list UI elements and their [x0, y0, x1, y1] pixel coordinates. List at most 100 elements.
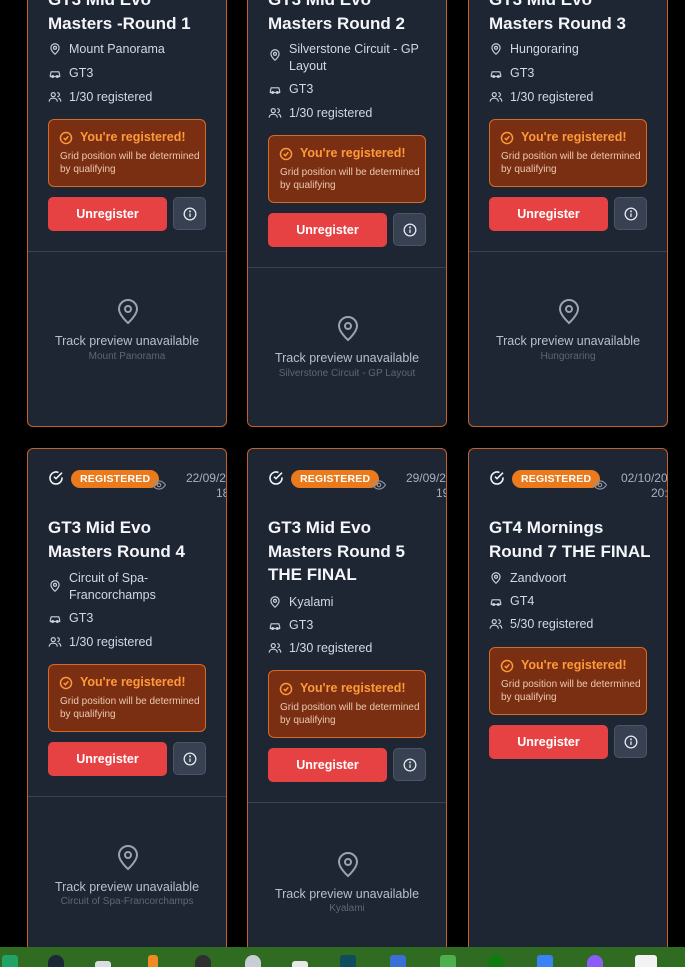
map-pin-icon [270, 49, 280, 62]
car-icon [49, 71, 61, 78]
event-class: GT3 [69, 66, 94, 80]
graduation-cap-icon[interactable] [292, 961, 308, 967]
event-title: GT3 Mid Evo Masters Round 5 THE FINAL [268, 518, 405, 584]
event-card: REGISTERED 29/09/202519:45 GT3 Mid Evo M… [247, 448, 447, 967]
preview-unavailable-text: Track preview unavailable [54, 334, 200, 348]
preview-location: Mount Panorama [88, 351, 166, 362]
event-track: Silverstone Circuit - GP Layout [289, 42, 419, 73]
sky-icon[interactable] [635, 955, 657, 967]
event-registered-count: 5/30 registered [510, 617, 594, 631]
sheets-icon[interactable] [2, 955, 18, 967]
unregister-button[interactable]: Unregister [268, 748, 387, 782]
info-button[interactable] [614, 197, 647, 230]
registered-notice-subtitle: Grid position will be determined by qual… [280, 167, 420, 191]
event-registered-count: 1/30 registered [510, 90, 594, 104]
event-time: 19:45 [435, 486, 446, 500]
preview-unavailable-text: Track preview unavailable [274, 351, 420, 365]
preview-location: Circuit of Spa-Francorchamps [60, 896, 194, 907]
unregister-button[interactable]: Unregister [268, 213, 387, 247]
podcast-icon[interactable] [587, 955, 603, 967]
preview-unavailable-text: Track preview unavailable [54, 880, 200, 894]
registered-notice-subtitle: Grid position will be determined by qual… [60, 151, 200, 175]
preview-location: Hungoraring [540, 351, 596, 362]
event-card: REGISTERED 22/09/202518:45 GT3 Mid Evo M… [27, 448, 227, 967]
event-class: GT3 [69, 611, 94, 625]
event-registered-count: 1/30 registered [289, 641, 373, 655]
car-icon [269, 87, 281, 94]
xbox-icon[interactable] [488, 955, 504, 967]
unregister-button[interactable]: Unregister [48, 197, 167, 231]
event-card: GT3 Mid Evo Masters -Round 1 Mount Panor… [27, 0, 227, 427]
unregister-button[interactable]: Unregister [489, 725, 608, 759]
check-circle-icon [269, 471, 283, 485]
check-circle-icon [500, 131, 514, 145]
display-icon[interactable] [95, 961, 111, 967]
track-preview: Track preview unavailable Kyalami [248, 802, 446, 967]
unregister-button[interactable]: Unregister [489, 197, 608, 231]
event-date: 22/09/2025 [185, 471, 226, 485]
check-circle-icon [500, 659, 514, 673]
steam-icon[interactable] [48, 955, 64, 967]
info-icon [624, 207, 638, 221]
info-button[interactable] [173, 742, 206, 775]
map-pin-icon [491, 43, 501, 56]
event-datetime: 22/09/202518:45 [162, 471, 226, 501]
car-icon [49, 616, 61, 623]
info-button[interactable] [173, 197, 206, 230]
event-card: REGISTERED 02/10/202520:00 GT4 Mornings … [468, 448, 668, 967]
event-card: GT3 Mid Evo Masters Round 3 Hungoraring … [468, 0, 668, 427]
copilot-icon[interactable] [537, 955, 553, 967]
users-icon [489, 92, 503, 102]
event-class: GT3 [289, 82, 314, 96]
map-pin-icon [50, 580, 60, 593]
registered-notice: You're registered! Grid position will be… [489, 119, 647, 187]
event-registered-count: 1/30 registered [289, 106, 373, 120]
registered-badge: REGISTERED [512, 470, 601, 488]
event-track: Kyalami [289, 595, 334, 609]
info-button[interactable] [393, 748, 426, 781]
event-track: Circuit of Spa-Francorchamps [69, 571, 156, 602]
registered-notice-subtitle: Grid position will be determined by qual… [60, 696, 200, 720]
event-track: Hungoraring [510, 42, 579, 56]
map-pin-icon [117, 299, 139, 325]
event-title: GT3 Mid Evo Masters Round 2 [268, 0, 405, 33]
info-button[interactable] [393, 213, 426, 246]
info-icon [403, 758, 417, 772]
map-pin-icon [337, 316, 359, 342]
registered-badge: REGISTERED [71, 470, 160, 488]
event-title: GT3 Mid Evo Masters Round 3 [489, 0, 626, 33]
registered-notice-subtitle: Grid position will be determined by qual… [501, 679, 641, 703]
car-icon [490, 71, 502, 78]
registered-notice-title: You're registered! [80, 130, 186, 144]
map-pin-icon [337, 852, 359, 878]
event-title: GT3 Mid Evo Masters Round 4 [48, 518, 185, 561]
info-button[interactable] [614, 725, 647, 758]
registered-notice: You're registered! Grid position will be… [48, 664, 206, 732]
event-title: GT4 Mornings Round 7 THE FINAL [489, 518, 651, 561]
chart-icon[interactable] [440, 955, 456, 967]
event-track: Zandvoort [510, 571, 567, 585]
preview-location: Silverstone Circuit - GP Layout [278, 368, 416, 379]
vlc-icon[interactable] [148, 955, 158, 967]
check-circle-icon [490, 471, 504, 485]
car-icon [269, 623, 281, 630]
unregister-button[interactable]: Unregister [48, 742, 167, 776]
registered-badge: REGISTERED [291, 470, 380, 488]
check-circle-icon [279, 147, 293, 161]
settings-icon[interactable] [245, 955, 261, 967]
event-registered-count: 1/30 registered [69, 90, 153, 104]
info-icon [183, 752, 197, 766]
users-icon [489, 619, 503, 629]
map-pin-icon [558, 299, 580, 325]
car-icon[interactable] [390, 955, 406, 967]
preview-unavailable-text: Track preview unavailable [495, 334, 641, 348]
event-class: GT4 [510, 594, 535, 608]
users-icon [48, 92, 62, 102]
app-icon[interactable] [340, 955, 356, 967]
obs-icon[interactable] [195, 955, 211, 967]
users-icon [268, 108, 282, 118]
event-class: GT3 [289, 618, 314, 632]
registered-notice-subtitle: Grid position will be determined by qual… [280, 702, 420, 726]
users-icon [48, 637, 62, 647]
map-pin-icon [491, 572, 501, 585]
